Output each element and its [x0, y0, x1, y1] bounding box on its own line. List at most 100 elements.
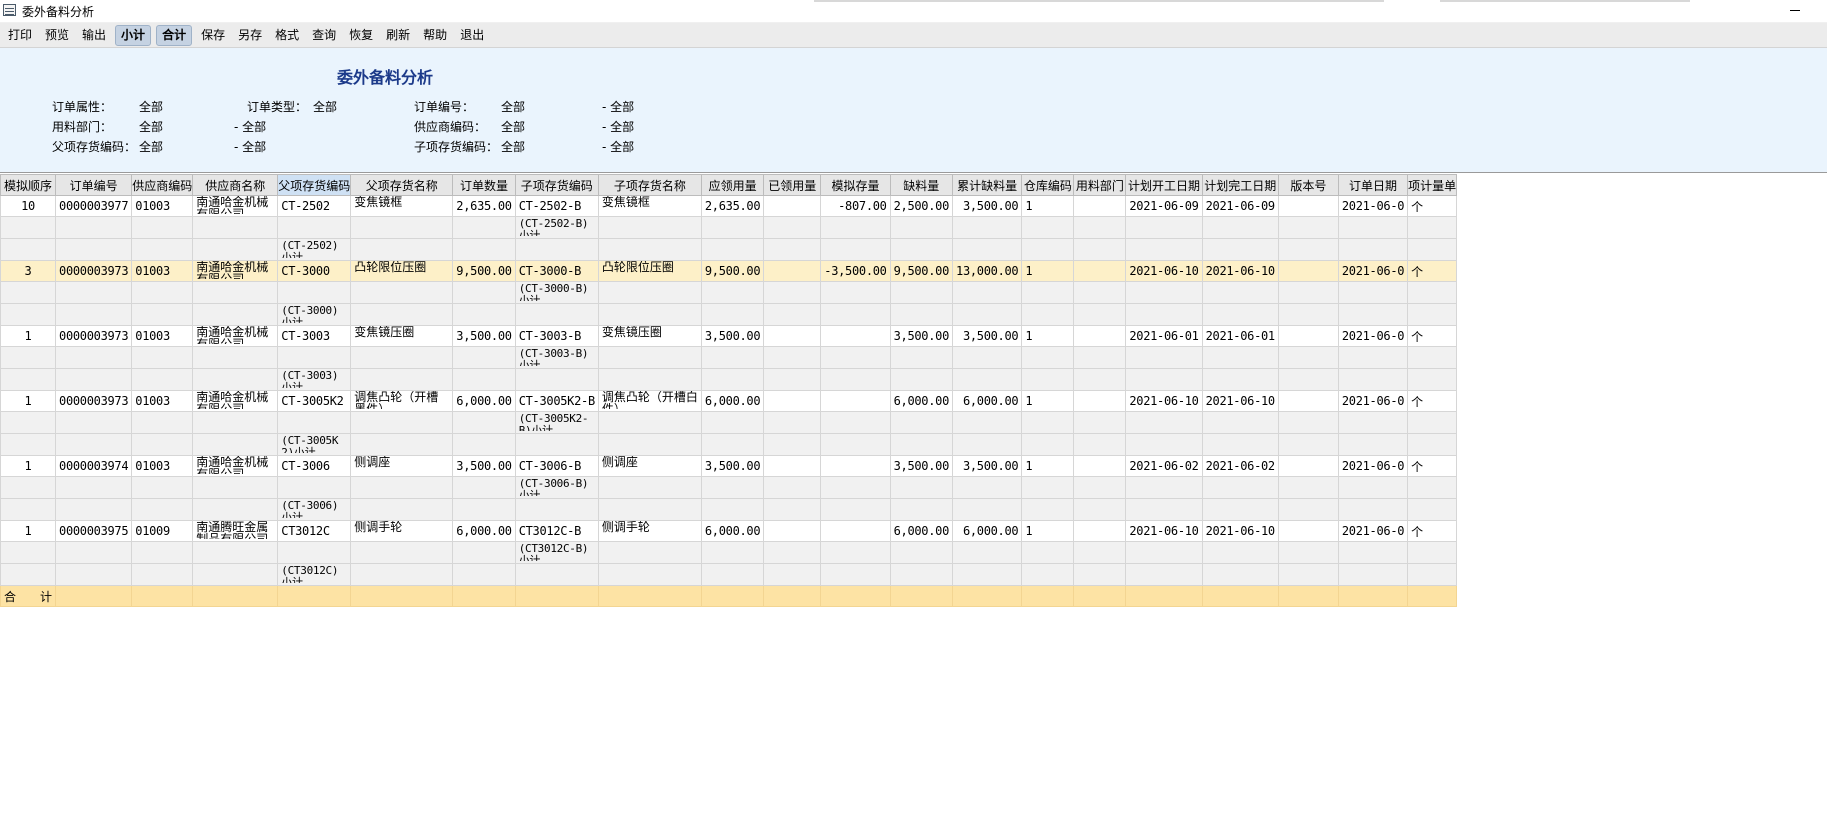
table-cell[interactable]: 3,500.00: [952, 455, 1023, 477]
table-cell[interactable]: [763, 281, 822, 304]
table-cell[interactable]: 6,000.00: [452, 390, 516, 412]
table-cell[interactable]: [1337, 303, 1409, 326]
column-header-6[interactable]: 订单数量: [452, 174, 516, 196]
table-cell[interactable]: -3,500.00: [820, 260, 891, 282]
table-cell[interactable]: [700, 411, 765, 434]
table-cell[interactable]: [1021, 368, 1075, 391]
column-header-12[interactable]: 缺料量: [889, 174, 954, 196]
table-cell[interactable]: [131, 433, 194, 456]
table-cell[interactable]: 南通腾旺金属制品有限公司: [192, 520, 279, 542]
column-header-10[interactable]: 已领用量: [763, 174, 822, 196]
table-cell[interactable]: [1201, 563, 1279, 586]
table-cell[interactable]: [1407, 216, 1458, 239]
table-cell[interactable]: [700, 303, 765, 326]
table-cell[interactable]: [597, 498, 702, 521]
table-cell[interactable]: [1073, 541, 1127, 564]
table-cell[interactable]: [700, 238, 765, 261]
table-cell[interactable]: [1021, 346, 1075, 369]
table-cell[interactable]: [1407, 368, 1458, 391]
table-cell[interactable]: [1073, 498, 1127, 521]
table-cell[interactable]: 6,000.00: [889, 390, 954, 412]
table-cell[interactable]: [597, 368, 702, 391]
table-cell[interactable]: [1201, 476, 1279, 499]
table-cell[interactable]: [889, 238, 954, 261]
table-cell[interactable]: 2021-06-09: [1125, 195, 1203, 217]
table-cell[interactable]: [1201, 216, 1279, 239]
table-cell[interactable]: 侧调手轮: [350, 520, 454, 542]
table-cell[interactable]: 3: [0, 260, 57, 282]
table-cell[interactable]: [1201, 541, 1279, 564]
table-cell[interactable]: [763, 346, 822, 369]
table-cell[interactable]: (CT-2502-B)小计: [514, 216, 599, 239]
column-header-1[interactable]: 订单编号: [55, 174, 133, 196]
table-cell[interactable]: [1125, 563, 1203, 586]
table-cell[interactable]: 0000003973: [55, 325, 133, 347]
table-cell[interactable]: [1021, 281, 1075, 304]
table-cell[interactable]: [514, 368, 599, 391]
table-cell[interactable]: (CT-3006-B)小计: [514, 476, 599, 499]
table-cell[interactable]: (CT3012C)小计: [277, 563, 352, 586]
table-cell[interactable]: [1277, 498, 1339, 521]
table-cell[interactable]: CT-2502-B: [514, 195, 599, 217]
subtotal-row[interactable]: (CT-2502)小计: [0, 238, 1458, 261]
table-cell[interactable]: 0000003973: [55, 260, 133, 282]
table-cell[interactable]: [700, 346, 765, 369]
table-cell[interactable]: 6,000.00: [700, 520, 765, 542]
table-cell[interactable]: 个: [1407, 455, 1458, 477]
toolbar-button-8[interactable]: 查询: [308, 25, 340, 46]
table-cell[interactable]: 3,500.00: [452, 325, 516, 347]
column-header-19[interactable]: 订单日期: [1337, 174, 1409, 196]
table-cell[interactable]: [1021, 498, 1075, 521]
table-cell[interactable]: [952, 216, 1023, 239]
table-row[interactable]: 1 0000003974 01003 南通哈金机械有限公司 CT-3006 侧调座 3,50…: [0, 455, 1458, 477]
toolbar-button-0[interactable]: 打印: [4, 25, 36, 46]
table-cell[interactable]: 变焦镜压圈: [597, 325, 702, 347]
table-cell[interactable]: [55, 303, 133, 326]
table-cell[interactable]: 2021-06-0: [1337, 520, 1409, 542]
table-cell[interactable]: 2021-06-10: [1125, 390, 1203, 412]
table-cell[interactable]: 01003: [131, 260, 194, 282]
table-cell[interactable]: [277, 411, 352, 434]
table-cell[interactable]: [1021, 541, 1075, 564]
subtotal-row[interactable]: (CT-3003)小计: [0, 368, 1458, 391]
table-cell[interactable]: [452, 411, 516, 434]
table-cell[interactable]: 侧调手轮: [597, 520, 702, 542]
table-cell[interactable]: [1073, 195, 1127, 217]
table-cell[interactable]: [1337, 216, 1409, 239]
table-cell[interactable]: CT-3003: [277, 325, 352, 347]
table-cell[interactable]: [763, 325, 822, 347]
table-cell[interactable]: 2021-06-0: [1337, 325, 1409, 347]
table-cell[interactable]: [1337, 411, 1409, 434]
table-cell[interactable]: 1: [1021, 520, 1075, 542]
table-cell[interactable]: [1073, 260, 1127, 282]
table-cell[interactable]: [763, 390, 822, 412]
table-cell[interactable]: [0, 346, 57, 369]
table-cell[interactable]: 01009: [131, 520, 194, 542]
table-cell[interactable]: [700, 433, 765, 456]
table-cell[interactable]: 1: [1021, 195, 1075, 217]
table-cell[interactable]: [1201, 411, 1279, 434]
table-cell[interactable]: [1277, 281, 1339, 304]
table-cell[interactable]: [1125, 368, 1203, 391]
table-cell[interactable]: [55, 476, 133, 499]
table-cell[interactable]: 凸轮限位压圈: [350, 260, 454, 282]
table-cell[interactable]: CT-3003-B: [514, 325, 599, 347]
table-cell[interactable]: [1073, 303, 1127, 326]
table-cell[interactable]: [55, 498, 133, 521]
table-cell[interactable]: [1407, 541, 1458, 564]
table-cell[interactable]: 9,500.00: [700, 260, 765, 282]
table-cell[interactable]: 1: [1021, 260, 1075, 282]
table-cell[interactable]: [1125, 411, 1203, 434]
table-cell[interactable]: [1277, 433, 1339, 456]
table-cell[interactable]: [1125, 541, 1203, 564]
table-cell[interactable]: [350, 498, 454, 521]
table-cell[interactable]: [1201, 368, 1279, 391]
table-cell[interactable]: [55, 368, 133, 391]
table-cell[interactable]: [192, 433, 279, 456]
table-cell[interactable]: [700, 281, 765, 304]
table-cell[interactable]: 3,500.00: [700, 325, 765, 347]
table-cell[interactable]: [1277, 520, 1339, 542]
table-cell[interactable]: [820, 390, 891, 412]
table-cell[interactable]: [55, 563, 133, 586]
table-cell[interactable]: [350, 411, 454, 434]
